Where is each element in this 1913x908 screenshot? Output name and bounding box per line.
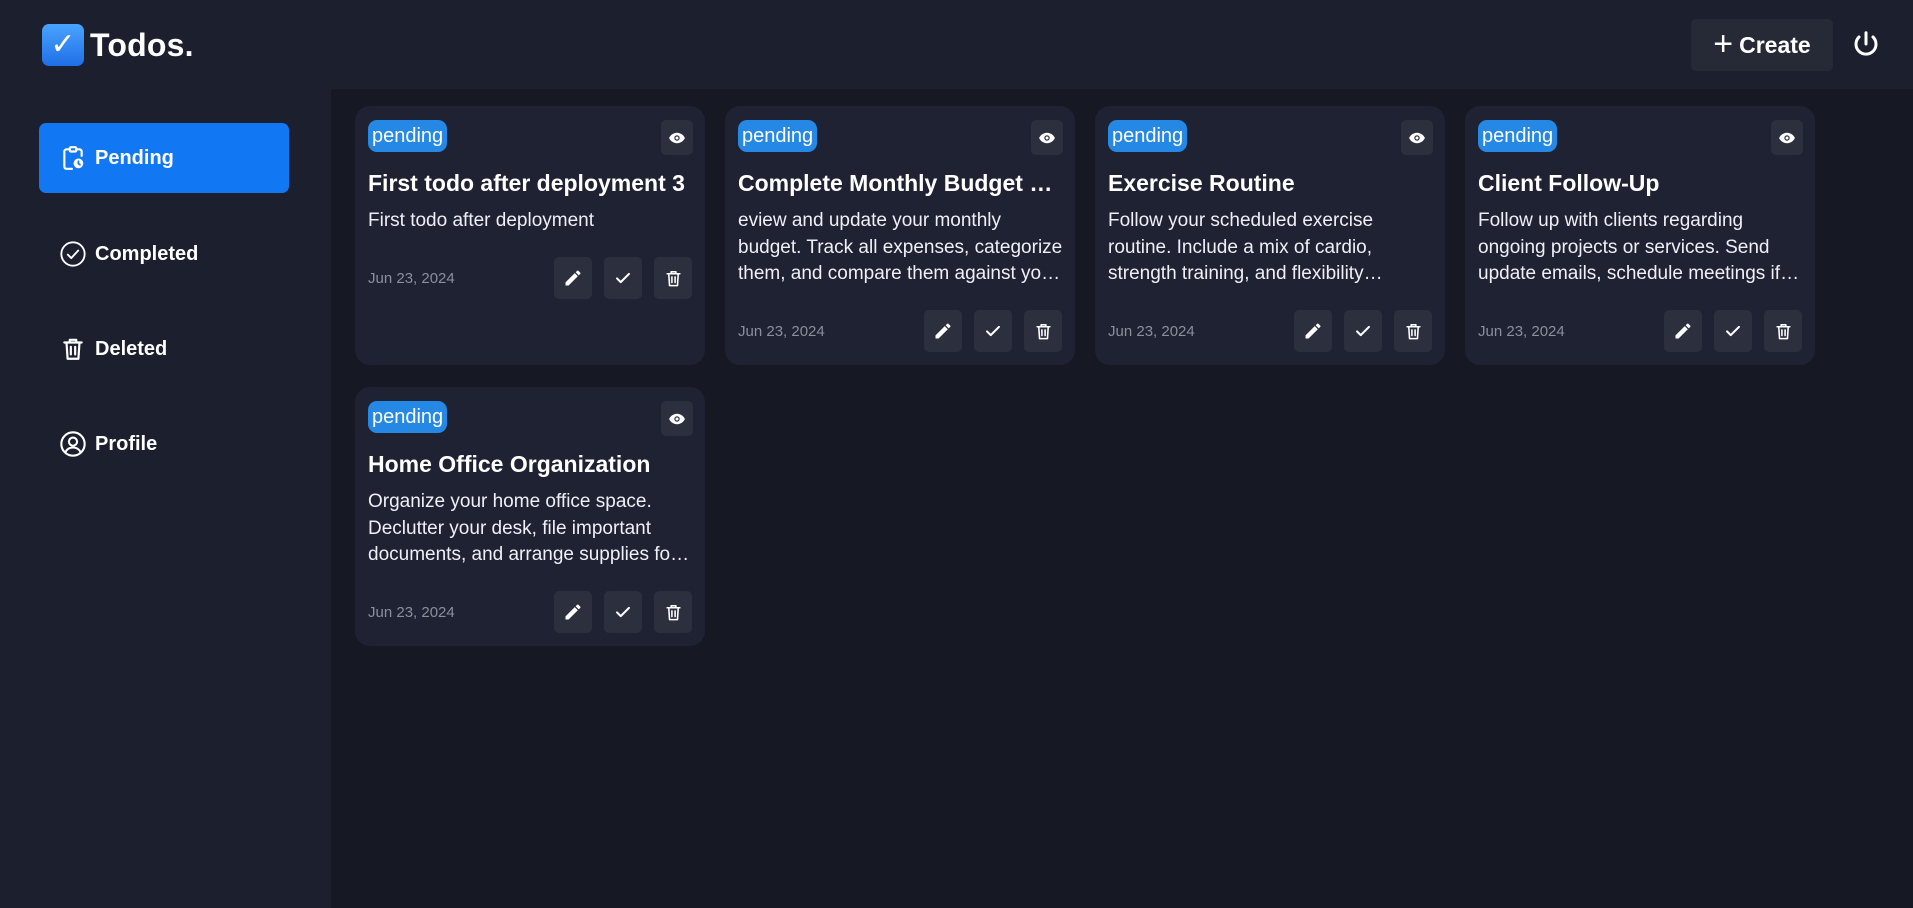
complete-button[interactable] [974, 310, 1012, 352]
check-icon [616, 606, 630, 618]
eye-icon [1409, 132, 1425, 143]
sidebar-item-label: Pending [95, 146, 174, 169]
trash-icon [665, 604, 681, 620]
view-button[interactable] [1771, 120, 1803, 155]
sidebar-item-pending[interactable]: Pending [39, 123, 289, 193]
sidebar-item-completed[interactable]: Completed [39, 219, 289, 289]
todo-card: pending First todo after deployment 3 Fi… [355, 106, 705, 365]
todo-card: pending Client Follow-Up Follow up with … [1465, 106, 1815, 365]
trash-icon [59, 335, 87, 363]
logout-button[interactable] [1848, 24, 1884, 64]
eye-icon [669, 413, 685, 424]
todo-actions [554, 257, 692, 299]
delete-button[interactable] [1394, 310, 1432, 352]
todo-actions [554, 591, 692, 633]
trash-icon [1035, 323, 1051, 339]
complete-button[interactable] [604, 591, 642, 633]
pencil-icon [565, 270, 581, 286]
pencil-icon [565, 604, 581, 620]
delete-button[interactable] [654, 257, 692, 299]
sidebar-item-profile[interactable]: Profile [39, 409, 289, 479]
view-button[interactable] [1401, 120, 1433, 155]
todo-title: Complete Monthly Budget Review [738, 170, 1064, 196]
status-badge: pending [368, 401, 448, 433]
trash-icon [665, 270, 681, 286]
check-icon [1356, 325, 1370, 337]
eye-icon [669, 132, 685, 143]
todo-card: pending Exercise Routine Follow your sch… [1095, 106, 1445, 365]
check-icon [616, 272, 630, 284]
todo-date: Jun 23, 2024 [368, 604, 455, 621]
view-button[interactable] [661, 401, 693, 436]
status-badge: pending [1478, 120, 1558, 152]
todo-description: eview and update your monthly budget. Tr… [738, 210, 1063, 284]
complete-button[interactable] [1344, 310, 1382, 352]
todo-actions [1294, 310, 1432, 352]
sidebar-item-label: Completed [95, 242, 199, 265]
view-button[interactable] [1031, 120, 1063, 155]
todo-description: First todo after deployment [368, 210, 594, 231]
sidebar: Pending Completed Deleted Profile [0, 89, 331, 908]
create-label: Create [1739, 31, 1811, 58]
delete-button[interactable] [1024, 310, 1062, 352]
power-icon [1854, 31, 1878, 56]
todo-description: Follow your scheduled exercise routine. … [1108, 210, 1374, 284]
sidebar-item-deleted[interactable]: Deleted [39, 314, 289, 384]
todo-description: Follow up with clients regarding ongoing… [1478, 210, 1781, 284]
check-icon [1726, 325, 1740, 337]
edit-button[interactable] [1664, 310, 1702, 352]
todo-card: pending Home Office Organization Organiz… [355, 387, 705, 646]
sidebar-item-label: Profile [95, 432, 158, 455]
todo-actions [1664, 310, 1802, 352]
trash-icon [1405, 323, 1421, 339]
complete-button[interactable] [1714, 310, 1752, 352]
create-button[interactable]: + Create [1691, 19, 1833, 71]
todo-title: Home Office Organization [368, 451, 651, 477]
status-badge: pending [738, 120, 818, 152]
plus-icon: + [1713, 24, 1734, 63]
edit-button[interactable] [554, 591, 592, 633]
complete-button[interactable] [604, 257, 642, 299]
pencil-icon [935, 323, 951, 339]
todo-actions [924, 310, 1062, 352]
check-circle-icon [59, 240, 87, 268]
todo-description: Organize your home office space. Declutt… [368, 491, 677, 565]
app-title: Todos. [90, 26, 194, 63]
eye-icon [1039, 132, 1055, 143]
todo-date: Jun 23, 2024 [368, 270, 455, 287]
edit-button[interactable] [1294, 310, 1332, 352]
clipboard-clock-icon [59, 144, 87, 172]
check-square-icon: ✓ [42, 24, 84, 66]
top-bar: ✓ Todos. + Create [0, 0, 1913, 89]
pencil-icon [1675, 323, 1691, 339]
pencil-icon [1305, 323, 1321, 339]
edit-button[interactable] [554, 257, 592, 299]
user-circle-icon [59, 430, 87, 458]
todo-title: Exercise Routine [1108, 170, 1295, 196]
sidebar-item-label: Deleted [95, 337, 168, 360]
trash-icon [1775, 323, 1791, 339]
todo-date: Jun 23, 2024 [1478, 323, 1565, 340]
status-badge: pending [1108, 120, 1188, 152]
app-logo[interactable]: ✓ Todos. [42, 24, 194, 66]
todo-title: First todo after deployment 3 [368, 170, 685, 196]
todo-date: Jun 23, 2024 [738, 323, 825, 340]
eye-icon [1779, 132, 1795, 143]
status-badge: pending [368, 120, 448, 152]
edit-button[interactable] [924, 310, 962, 352]
todo-card: pending Complete Monthly Budget Review e… [725, 106, 1075, 365]
delete-button[interactable] [654, 591, 692, 633]
todo-date: Jun 23, 2024 [1108, 323, 1195, 340]
view-button[interactable] [661, 120, 693, 155]
delete-button[interactable] [1764, 310, 1802, 352]
check-icon [986, 325, 1000, 337]
todo-title: Client Follow-Up [1478, 170, 1660, 196]
